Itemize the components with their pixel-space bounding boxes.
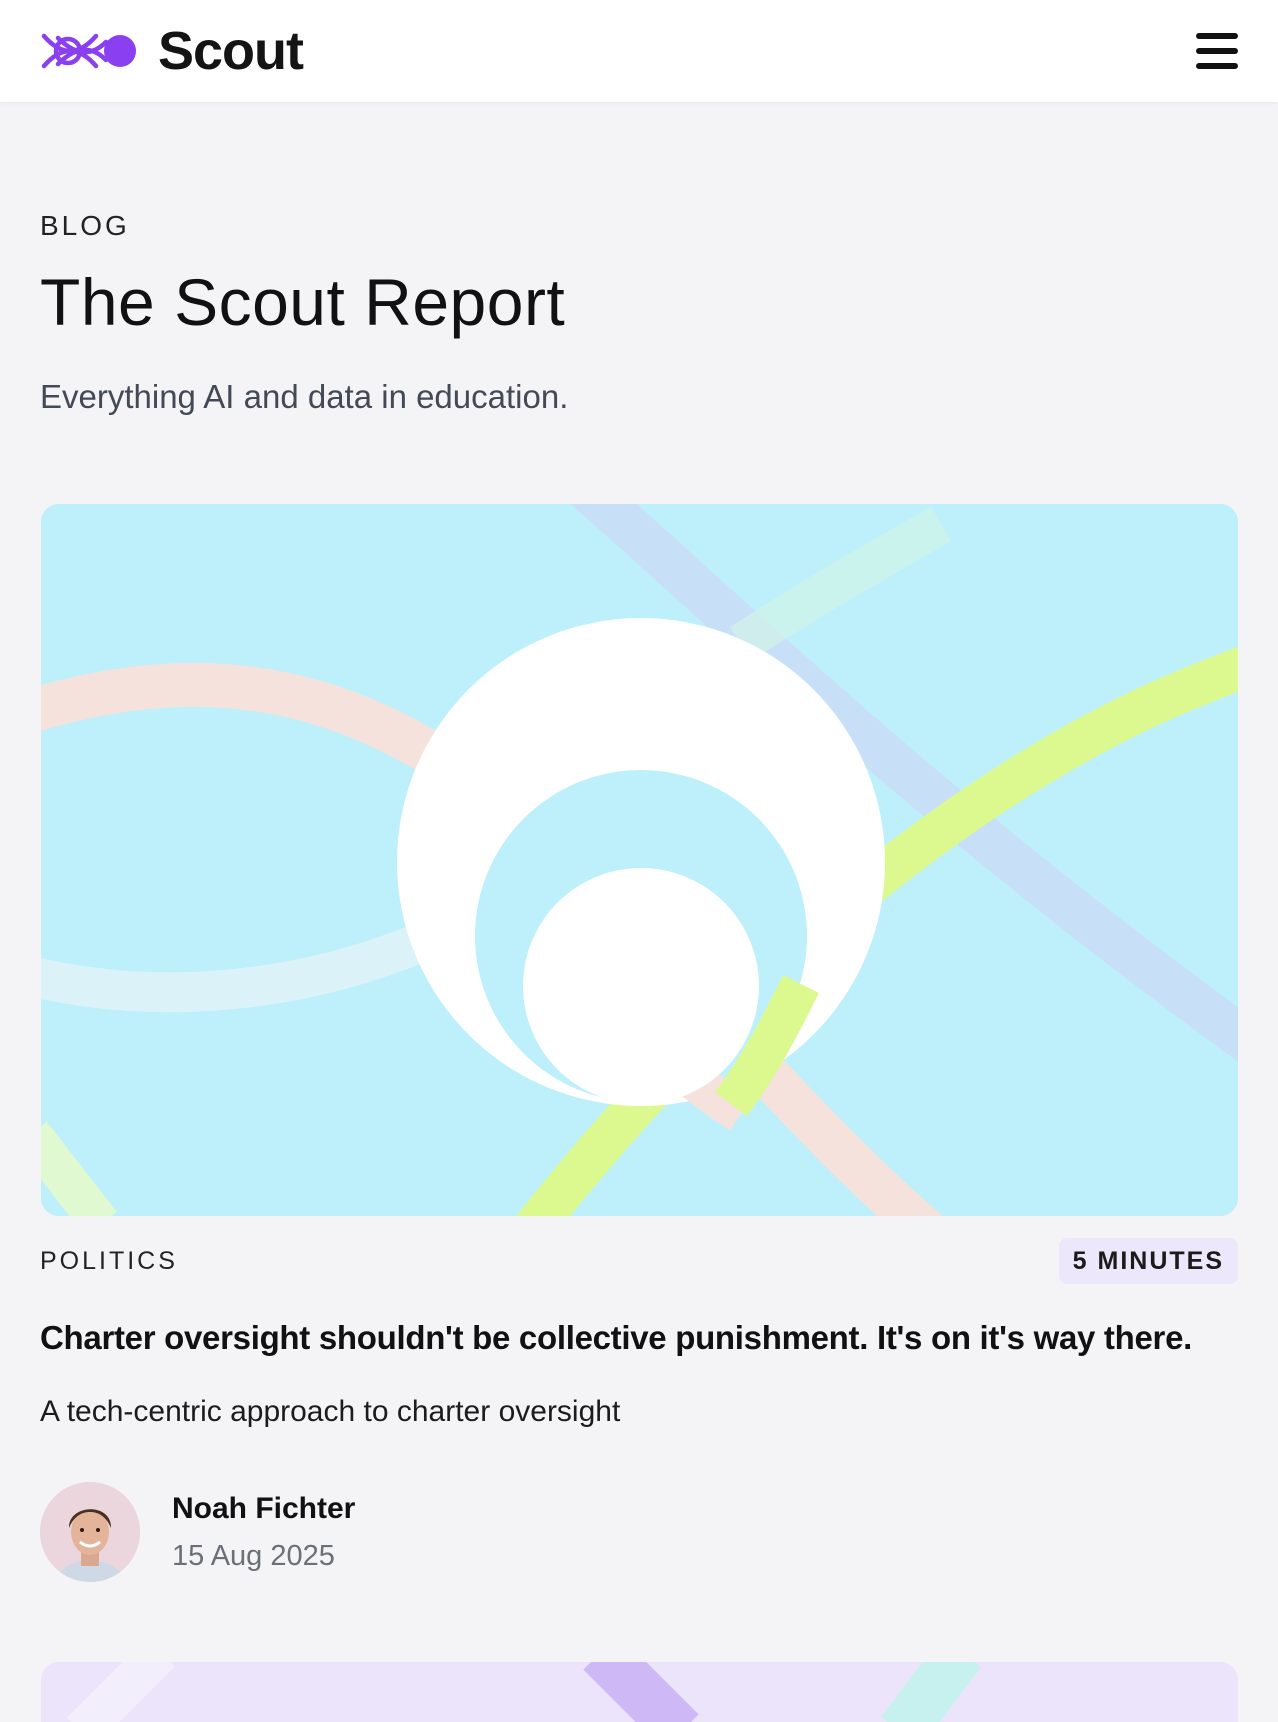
post-author: Noah Fichter 15 Aug 2025 [40, 1482, 355, 1582]
scout-logo-icon [41, 33, 136, 69]
featured-post-image[interactable] [41, 504, 1238, 1216]
page-eyebrow: BLOG [40, 210, 130, 241]
page-subtitle: Everything AI and data in education. [40, 378, 569, 415]
next-post-image[interactable] [41, 1662, 1238, 1722]
post-date: 15 Aug 2025 [172, 1539, 335, 1572]
hamburger-menu-icon[interactable] [1196, 33, 1238, 69]
brand-name: Scout [158, 21, 304, 81]
page-title: The Scout Report [40, 265, 566, 339]
author-name[interactable]: Noah Fichter [172, 1492, 355, 1526]
author-meta: Noah Fichter 15 Aug 2025 [172, 1492, 355, 1573]
post-description: A tech-centric approach to charter overs… [40, 1395, 621, 1428]
top-navigation-bar: Scout [0, 0, 1278, 102]
author-avatar [40, 1482, 140, 1582]
post-title-link[interactable]: Charter oversight shouldn't be collectiv… [40, 1319, 1192, 1357]
brand-logo-link[interactable]: Scout [40, 20, 304, 82]
read-time-badge: 5 MINUTES [1058, 1238, 1238, 1284]
post-category[interactable]: POLITICS [40, 1247, 178, 1276]
